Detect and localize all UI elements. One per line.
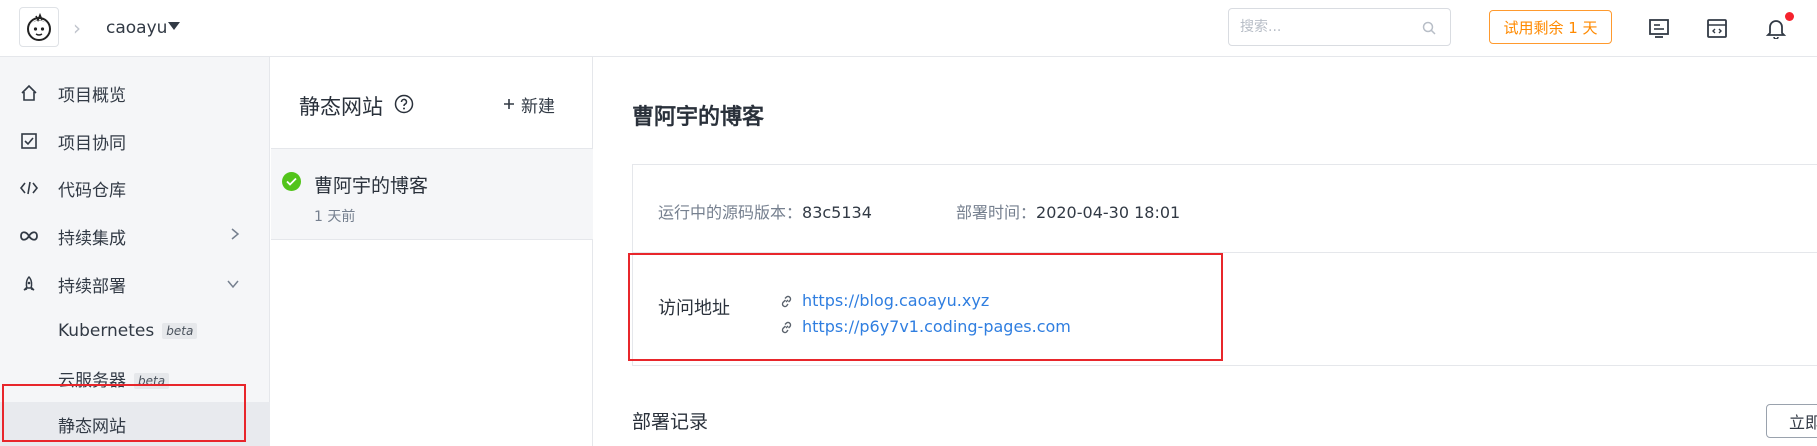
sidebar-item-label: 持续集成: [58, 228, 126, 249]
trial-remaining-button[interactable]: 试用剩余 1 天: [1489, 10, 1612, 44]
calendar-icon[interactable]: [1705, 16, 1729, 40]
caret-down-icon[interactable]: [168, 22, 180, 30]
sidebar-item-label: Kubernetes beta: [58, 321, 198, 341]
success-check-icon: [282, 172, 301, 191]
deploy-time: 部署时间：2020-04-30 18:01: [956, 203, 1181, 222]
code-icon: [18, 177, 40, 199]
static-sites-panel: 静态网站 新建 曹阿宇的博客 1 天前: [271, 57, 593, 446]
link-icon: [780, 294, 794, 308]
site-list-item[interactable]: 曹阿宇的博客 1 天前: [271, 148, 593, 240]
beta-badge: beta: [134, 372, 170, 389]
rocket-icon: [18, 273, 40, 295]
chevron-down-icon: [226, 274, 240, 294]
sidebar-item-label: 项目协同: [58, 133, 126, 154]
project-name[interactable]: caoayu: [106, 18, 167, 38]
infinity-icon: [18, 225, 40, 247]
new-site-label: 新建: [521, 97, 555, 117]
sidebar-item-label: 持续部署: [58, 276, 126, 297]
help-icon[interactable]: [394, 94, 414, 119]
sidebar-item-overview[interactable]: 项目概览: [0, 73, 270, 113]
deploy-meta-row: 运行中的源码版本：83c5134 部署时间：2020-04-30 18:01: [633, 165, 1817, 253]
visit-address-label: 访问地址: [658, 298, 730, 319]
link-icon: [780, 320, 794, 334]
sidebar-item-label: 代码仓库: [58, 180, 126, 201]
site-link[interactable]: https://p6y7v1.coding-pages.com: [780, 317, 1071, 336]
site-info-card: 运行中的源码版本：83c5134 部署时间：2020-04-30 18:01 访…: [632, 164, 1817, 366]
search-input[interactable]: [1229, 9, 1399, 45]
site-detail: 曹阿宇的博客 运行中的源码版本：83c5134 部署时间：2020-04-30 …: [594, 57, 1817, 446]
site-link[interactable]: https://blog.caoayu.xyz: [780, 291, 989, 310]
checkbox-icon: [18, 130, 40, 152]
sidebar-item-cd[interactable]: 持续部署: [0, 264, 270, 304]
search-box[interactable]: [1228, 8, 1451, 46]
sidebar-item-label: 项目概览: [58, 85, 126, 106]
top-bar: › caoayu 试用剩余 1 天: [0, 0, 1817, 57]
beta-badge: beta: [162, 323, 198, 339]
sidebar-item-ci[interactable]: 持续集成: [0, 216, 270, 256]
deploy-records-heading: 部署记录: [632, 411, 709, 433]
tasks-icon[interactable]: [1647, 16, 1671, 40]
sidebar-item-code-repo[interactable]: 代码仓库: [0, 168, 270, 208]
notification-dot: [1785, 12, 1794, 21]
new-site-button[interactable]: 新建: [503, 92, 555, 117]
chevron-right-icon: [230, 226, 240, 246]
sidebar-item-kubernetes[interactable]: Kubernetes beta: [0, 311, 270, 351]
sidebar-item-collaboration[interactable]: 项目协同: [0, 121, 270, 161]
site-name: 曹阿宇的博客: [314, 175, 429, 197]
deploy-now-button[interactable]: 立即: [1766, 404, 1817, 438]
search-icon[interactable]: [1422, 20, 1436, 40]
sidebar-item-label: 静态网站: [58, 416, 126, 437]
plus-icon: [503, 95, 515, 115]
sidebar-item-cloud-server[interactable]: 云服务器 beta: [0, 358, 270, 398]
breadcrumb-separator-icon: ›: [73, 16, 81, 40]
site-updated-time: 1 天前: [314, 209, 356, 225]
sidebar-item-static-site[interactable]: 静态网站: [0, 402, 270, 446]
page-title: 曹阿宇的博客: [632, 105, 765, 130]
home-icon: [18, 82, 40, 104]
bell-icon[interactable]: [1764, 12, 1794, 40]
source-version: 运行中的源码版本：83c5134: [658, 203, 872, 222]
coding-mascot-icon[interactable]: [19, 7, 59, 47]
sidebar: 项目概览 项目协同 代码仓库 持续集成 持续部署 Kubernetesbeta: [0, 57, 270, 446]
panel-title: 静态网站: [299, 95, 383, 119]
sidebar-item-label: 云服务器 beta: [58, 366, 170, 391]
